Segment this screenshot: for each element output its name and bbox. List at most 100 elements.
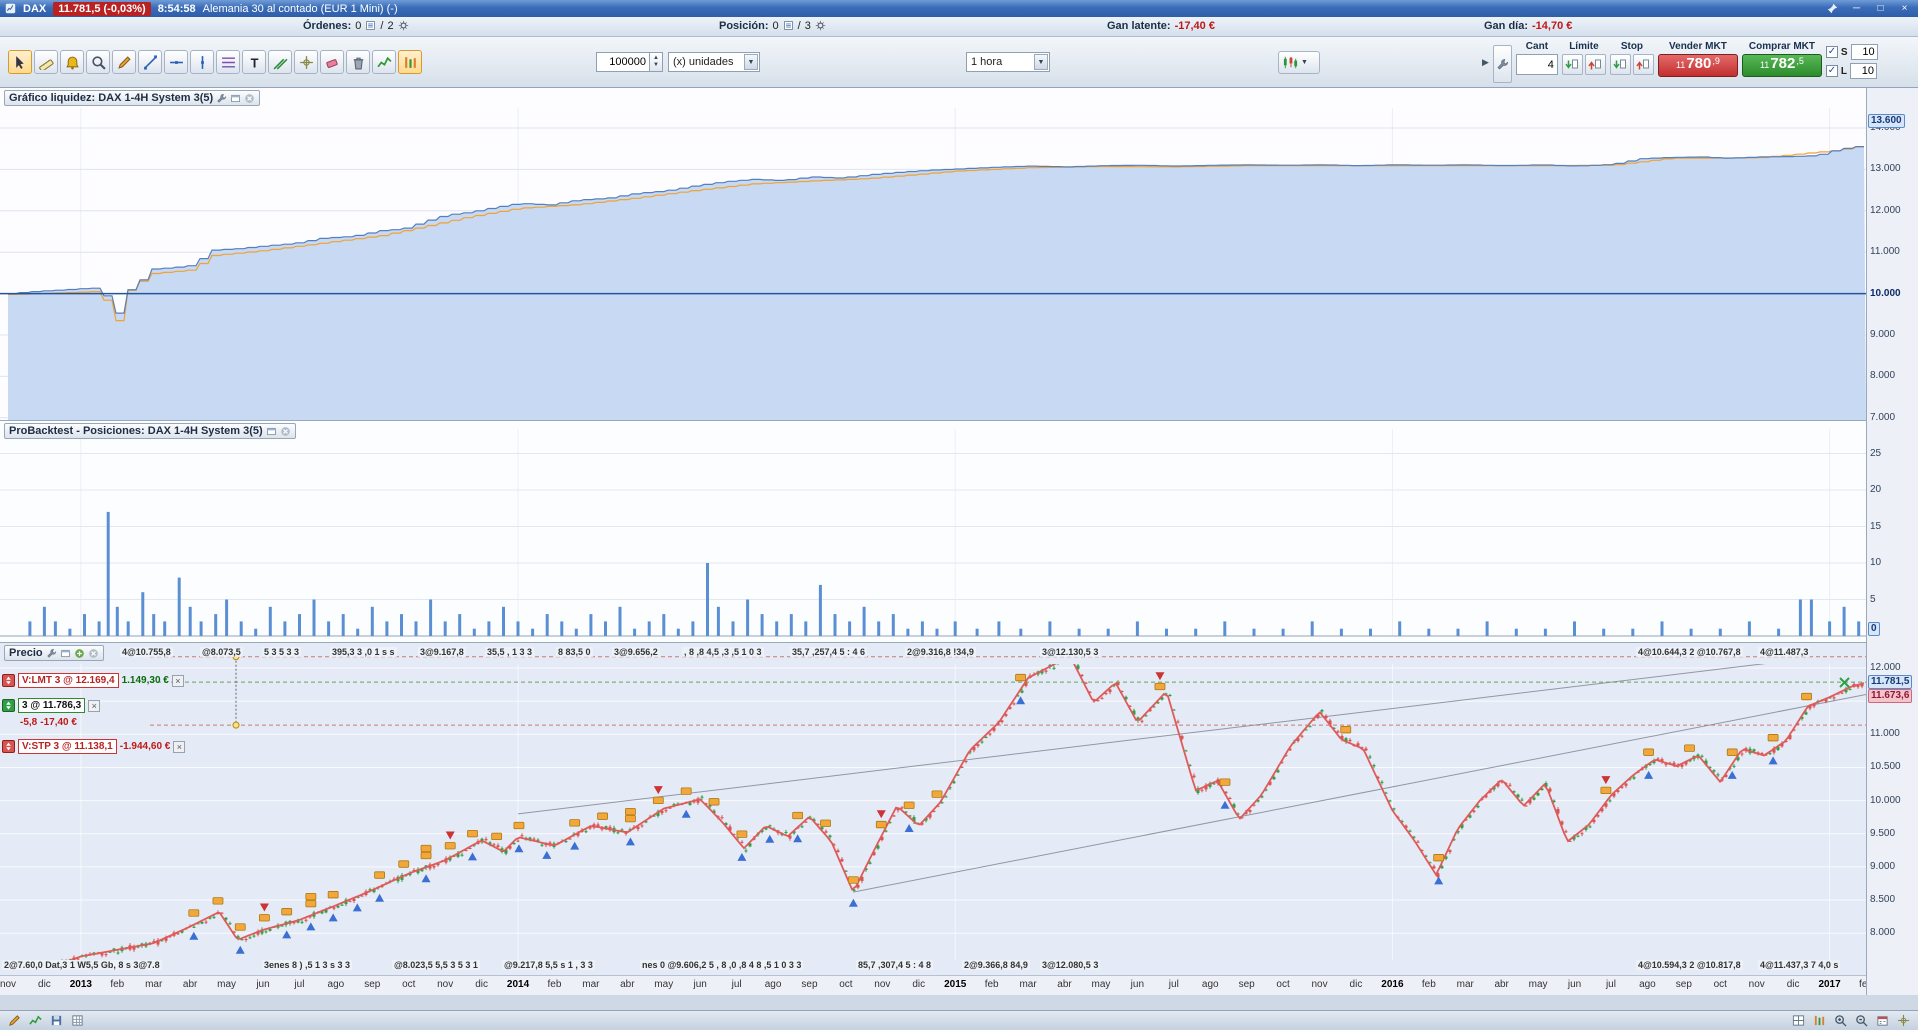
- text-icon[interactable]: T: [242, 50, 266, 74]
- stop-checkbox[interactable]: ✓: [1825, 46, 1838, 58]
- segment-icon[interactable]: [138, 50, 162, 74]
- orders-list-icon[interactable]: [365, 20, 376, 32]
- y-axis-label: 12.000: [1870, 662, 1901, 673]
- position-transfer-icon[interactable]: [2, 699, 15, 712]
- limit-order-row[interactable]: V:LMT 3 @ 12.169,4 1.149,30 € ×: [2, 673, 184, 688]
- timeframe-select[interactable]: 1 hora ▼: [966, 52, 1050, 72]
- window-icon[interactable]: [266, 426, 277, 437]
- equity-panel-tab[interactable]: Gráfico liquidez: DAX 1-4H System 3(5): [4, 90, 261, 106]
- buy-mkt-button[interactable]: 11 782,5: [1741, 54, 1822, 77]
- cancel-limit-icon[interactable]: ×: [171, 674, 184, 687]
- positions-panel-tab[interactable]: ProBacktest - Posiciones: DAX 1-4H Syste…: [4, 423, 296, 439]
- limit-buy-button[interactable]: [1561, 54, 1583, 75]
- line-mode-icon[interactable]: [372, 50, 396, 74]
- stop-label: Stop: [1620, 41, 1644, 52]
- price-panel[interactable]: Precio 4@10.755,8 @8.073,5 5 3 5 3 3 395,3 …: [0, 643, 1866, 975]
- pencil-icon[interactable]: [4, 1012, 25, 1029]
- month-label: sep: [801, 979, 818, 990]
- orders-gear-icon[interactable]: [398, 20, 409, 32]
- line-mode-icon[interactable]: [25, 1012, 46, 1029]
- wrench-icon[interactable]: [46, 648, 57, 659]
- order-transfer-icon[interactable]: [2, 740, 15, 753]
- open-position-row[interactable]: 3 @ 11.786,3 ×: [2, 698, 101, 713]
- chart-style-button[interactable]: ▼: [1278, 51, 1320, 74]
- close-icon[interactable]: [244, 93, 255, 104]
- stop-buy-button[interactable]: [1609, 54, 1631, 75]
- price-axis-column[interactable]: 14.00013.00012.00011.00010.0009.0008.000…: [1866, 88, 1918, 995]
- bell-icon[interactable]: [60, 50, 84, 74]
- cursor-icon[interactable]: [8, 50, 32, 74]
- limit-order-label[interactable]: V:LMT 3 @ 12.169,4: [18, 673, 119, 688]
- vline-icon[interactable]: [190, 50, 214, 74]
- equity-chart[interactable]: [0, 88, 1866, 421]
- close-position-icon[interactable]: ×: [88, 699, 101, 712]
- trend-line: [517, 664, 1766, 815]
- crosshair-icon[interactable]: [1893, 1012, 1914, 1029]
- stop-sell-button[interactable]: [1632, 54, 1654, 75]
- price-panel-tab[interactable]: Precio: [4, 645, 104, 661]
- stop-order-row[interactable]: V:STP 3 @ 11.138,1 -1.944,60 € ×: [2, 739, 186, 754]
- eraser-icon[interactable]: [320, 50, 344, 74]
- calendar-icon[interactable]: [1872, 1012, 1893, 1029]
- s-value-input[interactable]: [1850, 44, 1878, 60]
- candles-layer: [61, 664, 1866, 960]
- limit-checkbox[interactable]: ✓: [1825, 65, 1838, 77]
- order-transfer-icon[interactable]: [2, 674, 15, 687]
- wrench-icon[interactable]: [216, 93, 227, 104]
- close-icon[interactable]: [88, 648, 99, 659]
- save-icon[interactable]: [46, 1012, 67, 1029]
- position-gear-icon[interactable]: [815, 20, 826, 32]
- orders-summary: Órdenes: 0 / 2: [303, 20, 409, 32]
- order-settings-button[interactable]: [1492, 45, 1512, 83]
- limit-sell-button[interactable]: [1584, 54, 1606, 75]
- pin-icon[interactable]: [1824, 2, 1841, 16]
- bar-mode-icon[interactable]: [398, 50, 422, 74]
- window-icon[interactable]: [60, 648, 71, 659]
- collapse-arrow-icon[interactable]: ▶: [1482, 57, 1489, 68]
- add-icon[interactable]: [74, 648, 85, 659]
- stop-limit-column: ✓ S ✓ L: [1825, 44, 1878, 79]
- stop-order-label[interactable]: V:STP 3 @ 11.138,1: [18, 739, 117, 754]
- ruler-icon[interactable]: [34, 50, 58, 74]
- position-bars: [28, 511, 1861, 636]
- positions-panel[interactable]: ProBacktest - Posiciones: DAX 1-4H Syste…: [0, 421, 1866, 643]
- zoom-in-icon[interactable]: [1830, 1012, 1851, 1029]
- equity-panel[interactable]: Gráfico liquidez: DAX 1-4H System 3(5): [0, 88, 1866, 421]
- position-list-icon[interactable]: [783, 20, 794, 32]
- time-axis[interactable]: nov dic 2013 feb mar abr may jun jul ago sep oct nov…: [0, 975, 1873, 995]
- open-position-label[interactable]: 3 @ 11.786,3: [18, 698, 86, 713]
- pencil-icon[interactable]: [112, 50, 136, 74]
- sell-mkt-button[interactable]: 11 780,9: [1657, 54, 1738, 77]
- layout-icon[interactable]: [1788, 1012, 1809, 1029]
- positions-chart[interactable]: [0, 421, 1866, 643]
- units-select[interactable]: (x) unidades ▼: [668, 52, 760, 72]
- minimize-button[interactable]: ─: [1848, 2, 1865, 16]
- bar-mode-icon[interactable]: [1809, 1012, 1830, 1029]
- instrument-symbol[interactable]: DAX: [23, 3, 46, 15]
- zoom-out-icon[interactable]: [1851, 1012, 1872, 1029]
- crosshair-icon[interactable]: [294, 50, 318, 74]
- close-icon[interactable]: [280, 426, 291, 437]
- price-chart[interactable]: [0, 643, 1866, 975]
- maximize-button[interactable]: □: [1872, 2, 1889, 16]
- grid-icon[interactable]: [67, 1012, 88, 1029]
- cant-input[interactable]: [1515, 54, 1558, 75]
- quantity-input[interactable]: [596, 52, 650, 72]
- zoom-icon[interactable]: [86, 50, 110, 74]
- orders-separator: /: [380, 20, 384, 32]
- order-handle[interactable]: [232, 721, 240, 729]
- trade-annotation: 4@11.487,3: [1758, 647, 1811, 657]
- cancel-stop-icon[interactable]: ×: [173, 740, 186, 753]
- position-label: Posición:: [719, 20, 769, 32]
- channel-icon[interactable]: [268, 50, 292, 74]
- quantity-stepper[interactable]: ▲ ▼: [650, 52, 663, 72]
- hline-icon[interactable]: [164, 50, 188, 74]
- last-price-badge: 11.781,5: [1868, 675, 1913, 689]
- l-value-input[interactable]: [1850, 63, 1878, 79]
- trash-icon[interactable]: [346, 50, 370, 74]
- month-label: nov: [0, 979, 17, 990]
- month-label: abr: [182, 979, 198, 990]
- fib-icon[interactable]: [216, 50, 240, 74]
- close-button[interactable]: ×: [1896, 2, 1913, 16]
- window-icon[interactable]: [230, 93, 241, 104]
